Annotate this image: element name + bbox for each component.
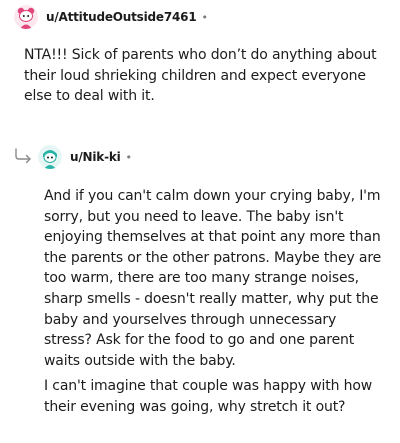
- reply-arrow-icon: [14, 148, 34, 168]
- comment-paragraph: NTA!!! Sick of parents who don’t do anyt…: [24, 47, 377, 105]
- comment-paragraph: And if you can't calm down your crying b…: [44, 188, 382, 369]
- comment-header: u/Nik-ki •: [38, 145, 132, 169]
- comment-paragraph: I can't imagine that couple was happy wi…: [44, 378, 373, 415]
- username-link[interactable]: u/Nik-ki: [70, 150, 121, 164]
- comment-body: NTA!!! Sick of parents who don’t do anyt…: [24, 45, 394, 107]
- comment-header: u/AttitudeOutside7461 •: [14, 5, 400, 29]
- separator-dot: •: [125, 150, 133, 164]
- user-avatar-icon[interactable]: [38, 145, 62, 169]
- user-avatar-icon[interactable]: [14, 5, 38, 29]
- separator-dot: •: [201, 10, 208, 24]
- comment-2: u/Nik-ki • And if you can't calm down yo…: [0, 145, 400, 443]
- comment-body: And if you can't calm down your crying b…: [44, 186, 384, 418]
- username-link[interactable]: u/AttitudeOutside7461: [46, 10, 197, 24]
- comment-1: u/AttitudeOutside7461 • NTA!!! Sick of p…: [0, 5, 400, 104]
